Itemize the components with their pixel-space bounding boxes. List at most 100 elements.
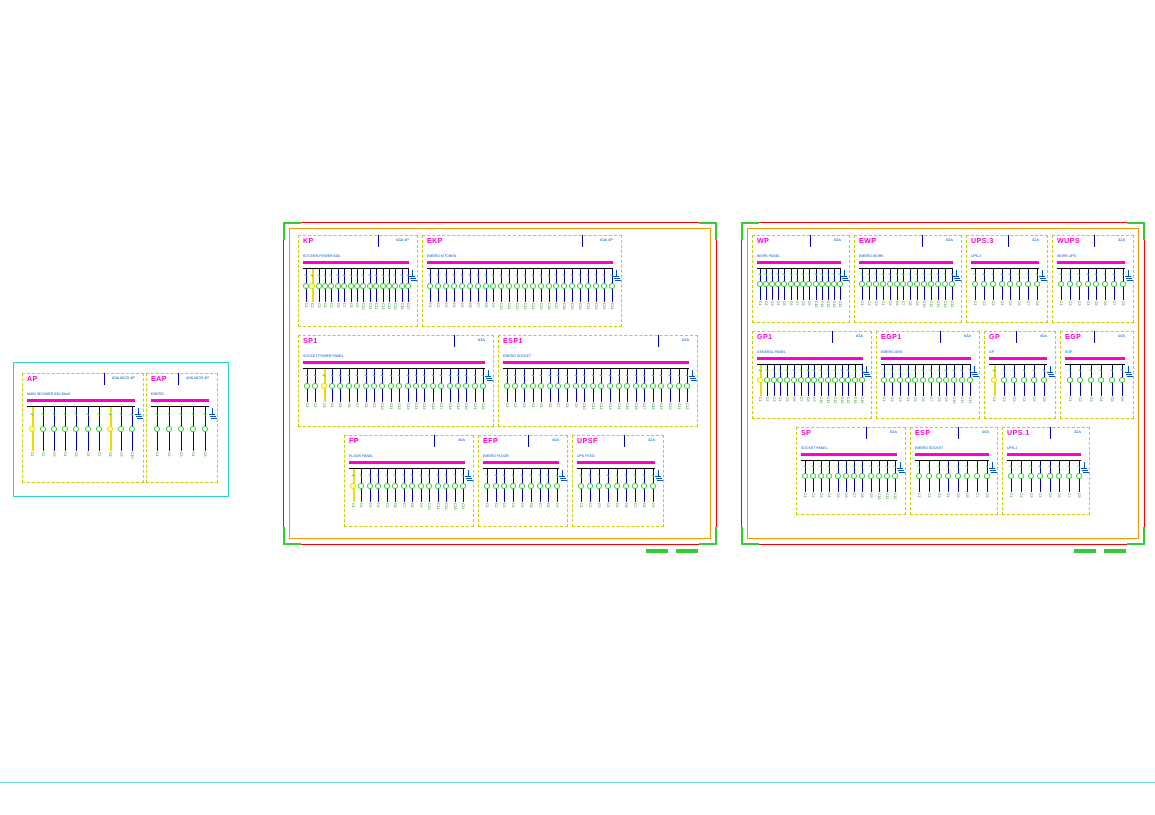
- circuit-label: C7: [355, 403, 359, 407]
- circuit-label: C7: [799, 397, 803, 401]
- circuit-3: C3: [316, 269, 321, 324]
- breaker-icon: [866, 281, 872, 287]
- circuit-13: C13: [380, 269, 385, 324]
- circuit-label: C16: [634, 403, 638, 409]
- panel-subtext: SOCKET PANEL: [801, 446, 828, 450]
- breaker-icon: [590, 383, 596, 389]
- breaker-icon: [593, 283, 599, 289]
- breaker-icon: [813, 281, 819, 287]
- circuit-label: C10: [380, 403, 384, 409]
- circuit-4: C4: [998, 269, 1006, 320]
- circuit-10: C10: [498, 269, 505, 324]
- circuit-label: C11: [507, 303, 511, 309]
- breaker-icon: [335, 283, 341, 289]
- circuit-3: C3: [1026, 461, 1035, 512]
- circuit-7: C7: [1024, 269, 1032, 320]
- breaker-icon: [852, 377, 858, 383]
- panel-title: SP1: [303, 338, 318, 345]
- breaker-icon: [547, 383, 553, 389]
- circuit-label: C16: [400, 303, 404, 309]
- circuit-2: C2: [1076, 365, 1086, 416]
- breaker-icon: [472, 383, 478, 389]
- panel-UPSF: UPSF32AUPS FEEDC1C2C3C4C5C6C7C8C9: [572, 435, 664, 527]
- circuit-2: C2: [512, 369, 520, 424]
- circuit-19: C19: [658, 369, 666, 424]
- circuit-7: C7: [400, 469, 408, 524]
- breaker-icon: [624, 383, 630, 389]
- circuit-label: C1: [155, 452, 159, 456]
- breaker-icon: [676, 383, 682, 389]
- circuit-18: C18: [561, 269, 568, 324]
- panel-subtext: EMERG SOCKET: [915, 446, 943, 450]
- ground-icon: [897, 462, 903, 472]
- circuit-label: C7: [476, 303, 480, 307]
- circuit-label: C5: [74, 452, 78, 456]
- circuit-label: C7: [556, 403, 560, 407]
- breaker-icon: [154, 426, 160, 432]
- breaker-icon: [623, 483, 629, 489]
- circuit-7: C7: [631, 469, 639, 524]
- breaker-icon: [614, 483, 620, 489]
- breaker-icon: [358, 483, 364, 489]
- circuit-20: C20: [463, 369, 470, 424]
- panel-title: EFP: [483, 438, 498, 445]
- circuit-15: C15: [537, 269, 544, 324]
- circuit-label: C3: [1077, 301, 1081, 305]
- circuit-label: C17: [406, 303, 410, 309]
- circuit-3: C3: [520, 369, 528, 424]
- circuit-11: C11: [884, 461, 891, 512]
- circuit-label: C4: [1086, 301, 1090, 305]
- breaker-icon: [367, 483, 373, 489]
- circuit-4: C4: [944, 461, 953, 512]
- feeder-label: 63A: [946, 237, 953, 242]
- circuit-1: C1: [915, 461, 924, 512]
- panel-SP1: SP163ASOCKET POWER PANELC1C2C3C4C5C6C7C8…: [298, 335, 494, 427]
- circuit-label: C4: [511, 503, 515, 507]
- breaker-icon: [949, 281, 955, 287]
- breaker-icon: [1037, 473, 1043, 479]
- breaker-icon: [447, 383, 453, 389]
- circuit-label: C7: [538, 503, 542, 507]
- breaker-icon: [530, 383, 536, 389]
- circuit-label: C1: [351, 503, 355, 507]
- circuit-label: C8: [1035, 301, 1039, 305]
- breaker-icon: [522, 283, 528, 289]
- circuit-label: C17: [439, 403, 443, 409]
- circuit-label: C6: [789, 301, 793, 305]
- breaker-icon: [512, 383, 518, 389]
- breaker-icon: [881, 377, 887, 383]
- circuit-2: C2: [586, 469, 594, 524]
- circuits: C1C2C3C4C5C6C7C8C9C10C11C12C13C14: [859, 269, 955, 320]
- breaker-icon: [684, 383, 690, 389]
- breaker-icon: [1047, 473, 1053, 479]
- breaker-icon: [380, 283, 386, 289]
- busbar: [859, 261, 953, 264]
- circuit-label: C3: [597, 503, 601, 507]
- footer-tag: [1074, 549, 1096, 553]
- circuit-13: C13: [832, 269, 837, 320]
- circuit-label: C19: [456, 403, 460, 409]
- circuit-label: C2: [494, 503, 498, 507]
- circuit-4: C4: [776, 269, 781, 320]
- circuit-label: C7: [402, 503, 406, 507]
- circuit-label: C20: [578, 303, 582, 309]
- breaker-icon: [999, 281, 1005, 287]
- circuit-2: C2: [764, 365, 770, 416]
- busbar: [503, 361, 689, 364]
- circuit-label: C13: [832, 301, 836, 307]
- breaker-icon: [405, 283, 411, 289]
- sheet-sheet-b: KP63A 4PKITCHEN POWER 63AC1C2C3C4C5C6C7C…: [283, 222, 717, 545]
- circuit-label: C3: [502, 503, 506, 507]
- feeder-label: 63A: [890, 429, 897, 434]
- circuit-14: C14: [846, 365, 852, 416]
- breaker-icon: [905, 377, 911, 383]
- circuit-label: C2: [513, 403, 517, 407]
- ground-icon: [863, 366, 869, 376]
- panel-AP: AP63A MCB 4PMAIN INCOMER 63A 30mAC1C2C3C…: [22, 373, 144, 483]
- breaker-icon: [826, 473, 832, 479]
- circuit-label: C4: [827, 493, 831, 497]
- panel-title: FP: [349, 438, 359, 445]
- circuit-3: C3: [175, 407, 186, 480]
- circuit-label: C13: [840, 397, 844, 403]
- breaker-icon: [1077, 377, 1083, 383]
